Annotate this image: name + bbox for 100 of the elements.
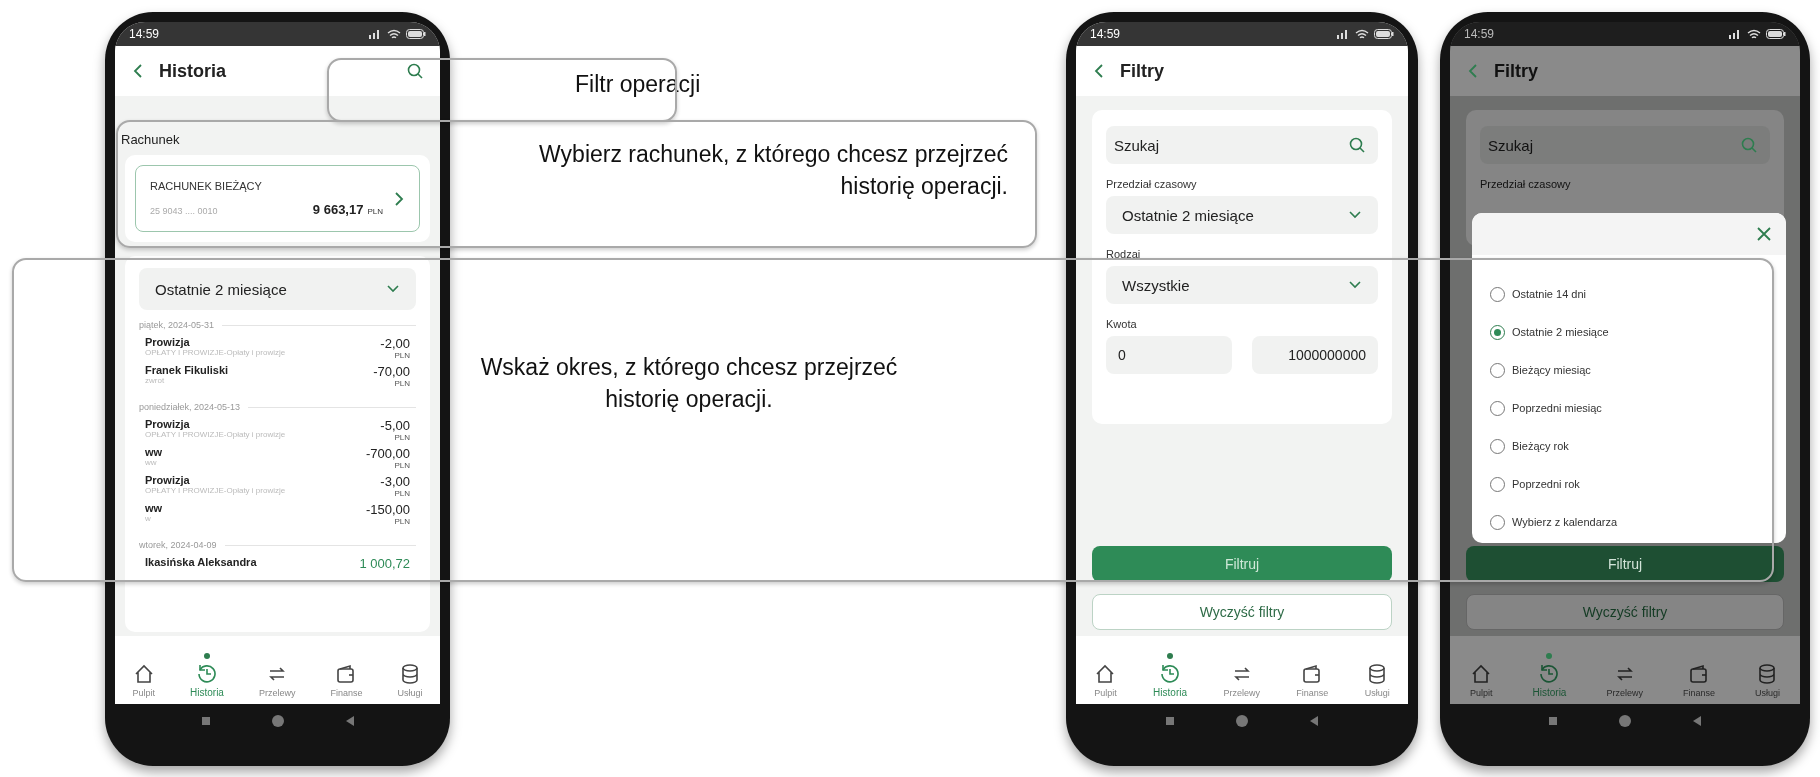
period-dropdown[interactable]: Ostatnie 2 miesiące xyxy=(139,268,416,310)
transaction-title[interactable]: ww xyxy=(145,502,163,514)
home-button[interactable] xyxy=(1235,714,1249,728)
home-button[interactable] xyxy=(1618,714,1632,728)
transaction-description: ww xyxy=(145,458,158,467)
nav-tab[interactable]: Pulpit xyxy=(1090,654,1121,698)
currency-label: PLN xyxy=(367,207,383,216)
clear-filters-button[interactable]: Wyczyść filtry xyxy=(1092,594,1392,630)
nav-tab[interactable]: Przelewy xyxy=(1602,654,1647,698)
nav-tab[interactable]: Przelewy xyxy=(1219,654,1264,698)
search-icon xyxy=(1348,136,1366,154)
nav-tab[interactable]: Usługi xyxy=(393,654,427,698)
transaction-description: zwrot xyxy=(145,376,166,385)
option-label[interactable]: Ostatnie 2 miesiące xyxy=(1512,326,1609,338)
nav-tab[interactable]: Historia xyxy=(1149,653,1191,698)
status-time: 14:59 xyxy=(129,27,160,41)
field-label: Rodzaj xyxy=(1106,248,1142,260)
battery-icon xyxy=(1766,29,1786,39)
account-balance: 9 663,17 xyxy=(312,202,364,217)
chevron-down-icon xyxy=(386,284,400,294)
transaction-title[interactable]: Ikasińska Aleksandra xyxy=(145,556,257,568)
field-label: Przedział czasowy xyxy=(1106,178,1198,190)
search-button[interactable] xyxy=(406,62,424,80)
nav-tab[interactable]: Historia xyxy=(186,653,228,698)
filter-button[interactable]: Filtruj xyxy=(1466,546,1784,582)
home-button[interactable] xyxy=(270,714,285,728)
transaction-title[interactable]: Franek Fikuliski xyxy=(145,364,229,376)
screen-title: Filtry xyxy=(1120,60,1165,82)
nav-tab[interactable]: Pulpit xyxy=(1466,654,1497,698)
option-label[interactable]: Bieżący rok xyxy=(1512,440,1569,452)
transaction-amount: -150,00 xyxy=(365,502,410,517)
back-button[interactable] xyxy=(1092,63,1106,79)
nav-tab[interactable]: Finanse xyxy=(1678,654,1719,698)
nav-tab[interactable]: Przelewy xyxy=(254,654,300,698)
account-name: RACHUNEK BIEŻĄCY xyxy=(150,180,263,192)
option-label[interactable]: Bieżący miesiąc xyxy=(1512,364,1591,376)
wifi-icon xyxy=(387,28,401,40)
search-field[interactable]: Szukaj xyxy=(1106,126,1378,164)
back-button[interactable] xyxy=(1692,715,1702,727)
search-icon xyxy=(1740,136,1758,154)
option-label[interactable]: Ostatnie 14 dni xyxy=(1512,288,1586,300)
search-field[interactable]: Szukaj xyxy=(1480,126,1770,164)
currency-label: PLN xyxy=(394,461,410,470)
back-button[interactable] xyxy=(131,63,145,79)
currency-label: PLN xyxy=(394,489,410,498)
amount-from-field[interactable]: 0 xyxy=(1106,336,1232,374)
nav-tab[interactable]: Pulpit xyxy=(128,654,159,698)
option-label[interactable]: Poprzedni miesiąc xyxy=(1512,402,1602,414)
transaction-title[interactable]: Prowizja xyxy=(145,336,286,348)
transaction-title[interactable]: Prowizja xyxy=(145,474,286,486)
date-label: wtorek, 2024-04-09 xyxy=(139,540,217,550)
account-tile[interactable]: RACHUNEK BIEŻĄCY 25 9043 .... 0010 9 663,17 PLN xyxy=(135,165,420,232)
option-label[interactable]: Poprzedni rok xyxy=(1512,478,1580,490)
field-label: Kwota xyxy=(1106,318,1138,330)
nav-tab[interactable]: Usługi xyxy=(1360,654,1394,698)
clock-icon xyxy=(1159,662,1182,684)
date-label: piątek, 2024-05-31 xyxy=(139,320,215,330)
chevron-right-icon xyxy=(393,190,405,207)
wifi-icon xyxy=(1747,28,1761,40)
clock-icon xyxy=(1538,662,1561,684)
currency-label: PLN xyxy=(394,379,410,388)
chevron-down-icon xyxy=(1348,280,1362,290)
nav-tab[interactable]: Usługi xyxy=(1750,654,1784,698)
option-label[interactable]: Wybierz z kalendarza xyxy=(1512,516,1618,528)
battery-icon xyxy=(1374,29,1394,39)
status-time: 14:59 xyxy=(1464,27,1495,41)
annotation-text: Wskaż okres, z którego chcesz przejrzeć historię operacji. xyxy=(479,352,899,414)
currency-label: PLN xyxy=(394,351,410,360)
transaction-title[interactable]: Prowizja xyxy=(145,418,286,430)
date-label: poniedziałek, 2024-05-13 xyxy=(139,402,241,412)
amount-to-field[interactable]: 1000000000 xyxy=(1252,336,1378,374)
status-time: 14:59 xyxy=(1090,27,1121,41)
screen-title: Filtry xyxy=(1494,60,1539,82)
signal-icon xyxy=(368,29,382,39)
annotation-text: Wybierz rachunek, z którego chcesz przejrzeć historię operacji. xyxy=(538,140,1008,202)
recents-button[interactable] xyxy=(1165,716,1175,726)
transaction-amount: -700,00 xyxy=(365,446,410,461)
wifi-icon xyxy=(1355,28,1369,40)
currency-label: PLN xyxy=(394,433,410,442)
close-button[interactable] xyxy=(1756,226,1772,242)
transaction-amount: -2,00 xyxy=(380,336,410,351)
recents-button[interactable] xyxy=(200,716,211,726)
dropdown[interactable]: Ostatnie 2 miesiące xyxy=(1106,196,1378,234)
annotation-text: Filtr operacji xyxy=(575,70,702,99)
back-button[interactable] xyxy=(1309,715,1319,727)
transaction-description: w xyxy=(145,514,152,523)
nav-tab[interactable]: Finanse xyxy=(326,654,367,698)
dropdown[interactable]: Wszystkie xyxy=(1106,266,1378,304)
transaction-title[interactable]: ww xyxy=(145,446,163,458)
wallet-icon xyxy=(1687,663,1710,685)
signal-icon xyxy=(1336,29,1350,39)
nav-tab[interactable]: Finanse xyxy=(1292,654,1333,698)
recents-button[interactable] xyxy=(1548,716,1558,726)
back-button[interactable] xyxy=(344,715,355,727)
transaction-amount: 1 000,72 xyxy=(359,556,410,571)
transaction-amount: -3,00 xyxy=(380,474,410,489)
field-label: Przedział czasowy xyxy=(1480,178,1572,190)
signal-icon xyxy=(1728,29,1742,39)
chevron-down-icon xyxy=(1348,210,1362,220)
transaction-amount: -70,00 xyxy=(373,364,410,379)
